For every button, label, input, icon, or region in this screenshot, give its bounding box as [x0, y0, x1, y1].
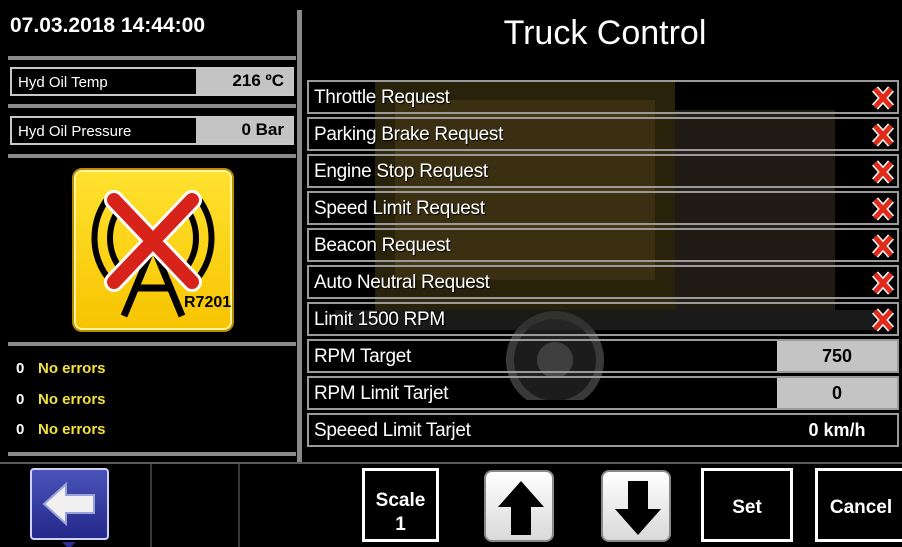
error-message: No errors [38, 391, 106, 408]
cancel-button[interactable]: Cancel [815, 468, 902, 542]
sensor-value: 216 ºC [196, 69, 292, 94]
request-label: Engine Stop Request [314, 161, 488, 182]
radio-id-label: R7201 [184, 294, 232, 311]
scale-button[interactable]: Scale 1 [362, 468, 439, 542]
value-row-rpm-target[interactable]: RPM Target 750 [307, 339, 899, 373]
error-count: 0 [16, 360, 25, 377]
request-row-speed-limit[interactable]: Speed Limit Request [307, 191, 899, 225]
back-button-tab [62, 542, 76, 547]
request-label: Auto Neutral Request [314, 272, 490, 293]
value-label: RPM Limit Tarjet [314, 383, 449, 404]
error-message: No errors [38, 360, 106, 377]
request-row-parking-brake[interactable]: Parking Brake Request [307, 117, 899, 151]
divider [8, 452, 296, 456]
bottom-toolbar: Scale 1 Set Cancel [0, 462, 902, 547]
request-row-limit-1500-rpm[interactable]: Limit 1500 RPM [307, 302, 899, 336]
value-label: Speeed Limit Tarjet [314, 420, 471, 441]
request-label: Beacon Request [314, 235, 451, 256]
value-field[interactable]: 750 [777, 341, 897, 371]
divider [8, 154, 296, 158]
value-row-rpm-limit[interactable]: RPM Limit Tarjet 0 [307, 376, 899, 410]
sensor-label: Hyd Oil Temp [18, 74, 108, 91]
arrow-up-icon [498, 481, 544, 535]
toolbar-divider [150, 464, 152, 547]
divider [8, 56, 296, 60]
error-count: 0 [16, 391, 25, 408]
request-label: Speed Limit Request [314, 198, 485, 219]
request-label: Parking Brake Request [314, 124, 504, 145]
red-x-icon [872, 308, 894, 332]
request-row-beacon[interactable]: Beacon Request [307, 228, 899, 262]
red-x-icon [872, 86, 894, 110]
arrow-left-icon [42, 481, 95, 527]
error-line: 0 No errors [16, 421, 106, 438]
request-row-auto-neutral[interactable]: Auto Neutral Request [307, 265, 899, 299]
red-x-icon [872, 271, 894, 295]
request-row-throttle[interactable]: Throttle Request [307, 80, 899, 114]
error-count: 0 [16, 421, 25, 438]
error-line: 0 No errors [16, 391, 106, 408]
request-label: Throttle Request [314, 87, 450, 108]
request-row-engine-stop[interactable]: Engine Stop Request [307, 154, 899, 188]
red-x-icon [872, 197, 894, 221]
decrement-button[interactable] [601, 470, 671, 542]
request-label: Limit 1500 RPM [314, 309, 445, 330]
red-x-icon [872, 123, 894, 147]
value-field[interactable]: 0 [777, 378, 897, 408]
error-message: No errors [38, 421, 106, 438]
sensor-hyd-oil-pressure: Hyd Oil Pressure 0 Bar [10, 116, 294, 145]
scale-label: Scale [375, 490, 426, 511]
divider [8, 104, 296, 108]
value-field[interactable]: 0 km/h [777, 415, 897, 445]
arrow-down-icon [615, 481, 661, 535]
divider [8, 342, 296, 346]
value-row-speed-limit[interactable]: Speeed Limit Tarjet 0 km/h [307, 413, 899, 447]
toolbar-divider [238, 464, 240, 547]
radio-tower-disconnected-icon: R7201 [72, 168, 234, 332]
status-panel: 07.03.2018 14:44:00 Hyd Oil Temp 216 ºC … [0, 0, 297, 462]
truck-control-panel: Truck Control Throttle Request Parking B… [305, 0, 902, 460]
sensor-label: Hyd Oil Pressure [18, 123, 132, 140]
red-x-icon [872, 234, 894, 258]
set-button[interactable]: Set [701, 468, 793, 542]
panel-divider [297, 10, 302, 462]
value-label: RPM Target [314, 346, 411, 367]
sensor-hyd-oil-temp: Hyd Oil Temp 216 ºC [10, 67, 294, 96]
increment-button[interactable] [484, 470, 554, 542]
scale-value: 1 [395, 514, 406, 535]
sensor-value: 0 Bar [196, 118, 292, 143]
red-x-icon [872, 160, 894, 184]
datetime-display: 07.03.2018 14:44:00 [10, 14, 205, 37]
error-line: 0 No errors [16, 360, 106, 377]
back-button[interactable] [30, 468, 109, 540]
page-title: Truck Control [503, 14, 707, 52]
